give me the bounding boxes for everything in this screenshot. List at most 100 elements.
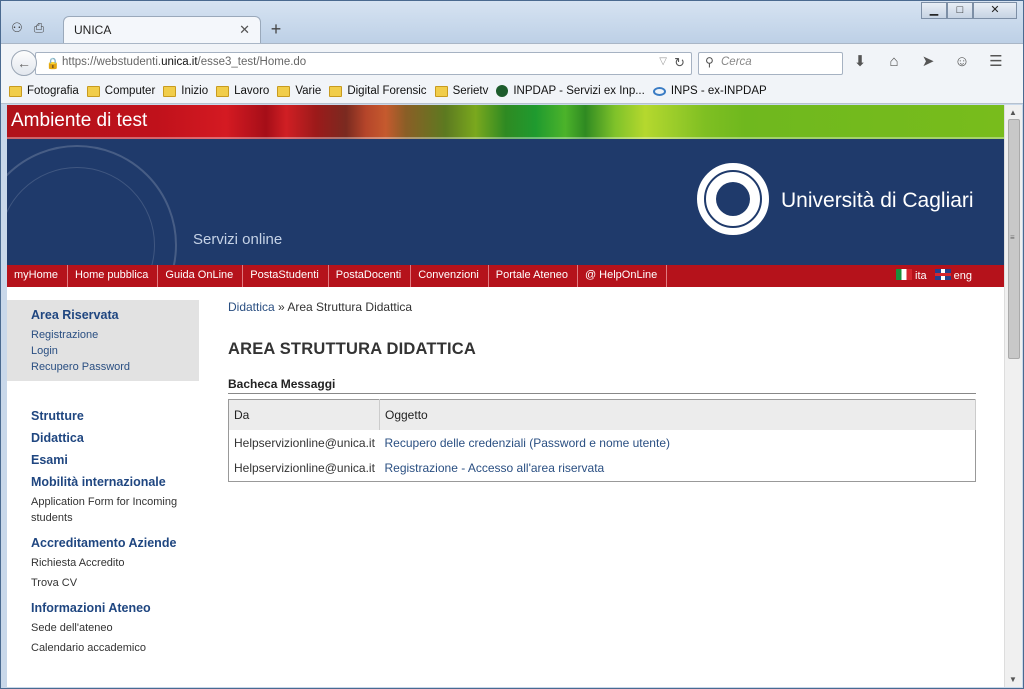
send-icon[interactable]: ➤: [919, 53, 937, 71]
breadcrumb-didattica-link[interactable]: Didattica: [228, 300, 275, 314]
site-header: Servizi online Università di Cagliari: [7, 139, 1004, 345]
password-recovery-link[interactable]: Recupero Password: [31, 361, 199, 373]
sidebar-section-title[interactable]: Esami: [31, 453, 199, 467]
bookmark-label: Lavoro: [234, 85, 270, 97]
navigation-toolbar: 🔒 https://webstudenti.unica.it/esse3_tes…: [1, 43, 1023, 79]
scroll-grip-icon: ≡: [1010, 233, 1015, 242]
folder-icon: [86, 85, 100, 97]
menu-item[interactable]: PostaStudenti: [243, 265, 329, 287]
sidebar-section-title[interactable]: Mobilità internazionale: [31, 475, 199, 489]
sidebar-link[interactable]: Richiesta Accredito: [31, 555, 199, 571]
sidebar-section-title[interactable]: Informazioni Ateneo: [31, 601, 199, 615]
bookmark-item[interactable]: INPDAP - Servizi ex Inp...: [496, 85, 645, 97]
sidebar-link[interactable]: Sede dell'ateneo: [31, 620, 199, 636]
university-name[interactable]: Università di Cagliari: [781, 189, 974, 213]
search-input[interactable]: ⚲ Cerca: [698, 52, 843, 75]
tab-title: UNICA: [74, 23, 112, 37]
bookmark-label: Digital Forensic: [347, 85, 427, 97]
lang-en-label: eng: [953, 270, 972, 282]
scroll-down-icon[interactable]: ▼: [1009, 675, 1017, 684]
print-icon[interactable]: ⎙: [31, 21, 47, 35]
menu-item[interactable]: Convenzioni: [411, 265, 489, 287]
message-table: Da Oggetto Helpservizionline@unica.it Re…: [228, 399, 976, 482]
message-board-title: Bacheca Messaggi: [228, 377, 976, 394]
reserved-area-title[interactable]: Area Riservata: [31, 308, 199, 322]
uk-flag-icon: [934, 269, 951, 280]
message-from: Helpservizionline@unica.it: [234, 461, 375, 476]
page-scrollbar[interactable]: ▲ ≡ ▼: [1004, 105, 1022, 687]
close-window-icon[interactable]: ✕: [973, 2, 1017, 19]
bookmark-label: Computer: [104, 85, 156, 97]
search-placeholder: Cerca: [721, 56, 752, 68]
message-subject-link[interactable]: Recupero delle credenziali (Password e n…: [380, 430, 976, 456]
university-seal-icon[interactable]: [697, 163, 769, 235]
sidebar-section: Strutture: [7, 409, 199, 423]
menu-item[interactable]: myHome: [7, 265, 69, 287]
search-icon: ⚲: [705, 55, 714, 69]
chat-icon[interactable]: ☺: [953, 53, 971, 71]
bookmark-item[interactable]: INPS - ex-INPDAP: [652, 85, 767, 97]
bookmark-item[interactable]: Varie: [277, 85, 321, 97]
browser-tab[interactable]: UNICA ✕: [63, 16, 261, 44]
sidebar-section: Didattica: [7, 431, 199, 445]
reload-icon[interactable]: ↻: [674, 55, 685, 71]
breadcrumb-separator: »: [274, 300, 288, 314]
lang-it-label: ita: [915, 270, 927, 282]
menu-item[interactable]: PostaDocenti: [329, 265, 412, 287]
mask-icon[interactable]: ⚇: [9, 21, 25, 35]
folder-icon: [163, 85, 177, 97]
message-subject-link[interactable]: Registrazione - Accesso all'area riserva…: [380, 456, 976, 482]
menu-item[interactable]: Portale Ateneo: [489, 265, 578, 287]
bookmark-item[interactable]: Computer: [86, 85, 156, 97]
sidebar-links: Application Form for Incoming students: [31, 494, 199, 526]
bookmark-item[interactable]: Fotografia: [9, 85, 79, 97]
url-host: unica.it: [161, 56, 198, 68]
page-title: AREA STRUTTURA DIDATTICA: [228, 340, 476, 358]
register-link[interactable]: Registrazione: [31, 329, 199, 341]
home-icon[interactable]: ⌂: [885, 53, 903, 71]
login-link[interactable]: Login: [31, 345, 199, 357]
language-switch: ita eng: [896, 269, 972, 282]
close-tab-icon[interactable]: ✕: [239, 22, 250, 38]
bookmarks-bar: Fotografia Computer Inizio Lavoro Varie Digit…: [1, 79, 1023, 104]
sidebar-section: Accreditamento Aziende Richiesta Accredit…: [7, 536, 199, 591]
sidebar-section: Esami: [7, 453, 199, 467]
test-environment-banner: Ambiente di test: [7, 105, 1004, 139]
sidebar-link[interactable]: Application Form for Incoming students: [31, 494, 199, 526]
menu-item[interactable]: Home pubblica: [68, 265, 159, 287]
lang-en-link[interactable]: eng: [934, 269, 972, 282]
url-bar[interactable]: 🔒 https://webstudenti.unica.it/esse3_tes…: [35, 52, 692, 75]
seal-core: [716, 182, 750, 216]
url-dropdown-icon[interactable]: ▽: [659, 56, 667, 67]
bookmark-item[interactable]: Digital Forensic: [329, 85, 427, 97]
bookmark-item[interactable]: Serietv: [434, 85, 488, 97]
italy-flag-icon: [896, 269, 913, 280]
window-controls: ▁ □ ✕: [921, 2, 1017, 19]
lang-it-link[interactable]: ita: [896, 269, 927, 282]
minimize-icon[interactable]: ▁: [921, 2, 947, 19]
bookmark-item[interactable]: Lavoro: [216, 85, 269, 97]
table-row: Helpservizionline@unica.it Registrazione…: [229, 456, 976, 482]
sidebar-section: Mobilità internazionale Application Form …: [7, 475, 199, 526]
maximize-icon[interactable]: □: [947, 2, 973, 19]
sidebar-section-title[interactable]: Accreditamento Aziende: [31, 536, 199, 550]
sidebar-section: Informazioni Ateneo Sede dell'ateneo Calen…: [7, 601, 199, 656]
menu-icon[interactable]: ☰: [987, 53, 1005, 71]
folder-icon: [277, 85, 291, 97]
sidebar-section-title[interactable]: Didattica: [31, 431, 199, 445]
menu-item[interactable]: Guida OnLine: [158, 265, 244, 287]
bookmark-item[interactable]: Inizio: [163, 85, 208, 97]
sidebar-link[interactable]: Trova CV: [31, 575, 199, 591]
site-menu: myHome Home pubblica Guida OnLine PostaStud…: [7, 265, 1004, 287]
sidebar-section-title[interactable]: Strutture: [31, 409, 199, 423]
title-bar: ⚇ ⎙ UNICA ✕ + ▁ □ ✕: [1, 1, 1023, 44]
sidebar-link[interactable]: Calendario accademico: [31, 640, 199, 656]
menu-item[interactable]: @ HelpOnLine: [578, 265, 668, 287]
column-header-from: Da: [228, 399, 380, 430]
scroll-up-icon[interactable]: ▲: [1009, 108, 1017, 117]
test-banner-label: Ambiente di test: [11, 110, 148, 131]
back-button[interactable]: ←: [11, 50, 37, 76]
new-tab-icon[interactable]: +: [267, 19, 285, 40]
bookmark-label: INPDAP - Servizi ex Inp...: [513, 85, 645, 97]
download-icon[interactable]: ⬇: [851, 53, 869, 71]
